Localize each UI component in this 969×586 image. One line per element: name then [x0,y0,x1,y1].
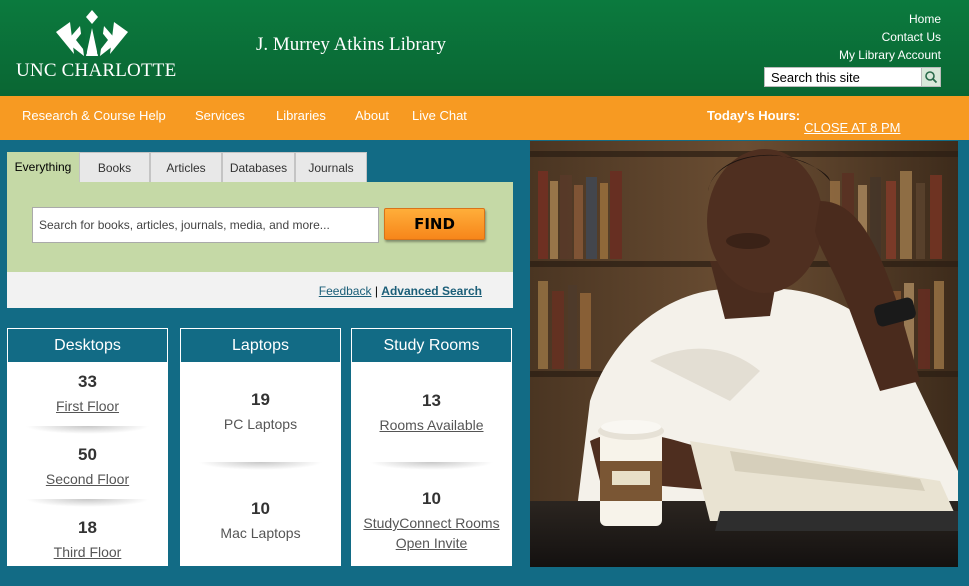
site-header: UNC CHARLOTTE J. Murrey Atkins Library H… [0,0,969,96]
tab-databases[interactable]: Databases [222,152,295,182]
contact-us-link[interactable]: Contact Us [839,28,941,46]
site-search-input[interactable] [765,68,921,86]
home-link[interactable]: Home [839,10,941,28]
site-title[interactable]: J. Murrey Atkins Library [256,34,446,56]
search-footer: Feedback | Advanced Search [7,272,513,308]
divider [198,462,323,470]
card-title: Desktops [7,328,168,363]
mac-laptops-label: Mac Laptops [220,525,301,541]
advanced-search-link[interactable]: Advanced Search [381,284,482,298]
stat-pc-laptops: 19 PC Laptops [180,390,341,432]
study-rooms-card: Study Rooms 13 Rooms Available 10 StudyC… [351,328,512,566]
studyconnect-rooms-link[interactable]: StudyConnect Rooms [351,515,512,531]
search-footer-links: Feedback | Advanced Search [319,284,482,298]
stat-studyconnect-rooms: 10 StudyConnect Rooms Open Invite [351,489,512,551]
todays-hours: Today's Hours: CLOSE AT 8 PM [707,108,900,135]
hours-label: Today's Hours: [707,108,801,123]
card-title: Laptops [180,328,341,363]
card-title: Study Rooms [351,328,512,363]
catalog-search-input[interactable] [32,207,379,243]
site-search-button[interactable] [921,68,940,86]
hours-value-link[interactable]: CLOSE AT 8 PM [804,120,900,135]
nav-libraries[interactable]: Libraries [276,108,326,123]
stat-count: 19 [251,390,270,409]
feedback-link[interactable]: Feedback [319,284,372,298]
laptops-card: Laptops 19 PC Laptops 10 Mac Laptops [180,328,341,566]
divider [25,499,150,507]
stat-count: 13 [422,391,441,410]
stat-count: 50 [78,445,97,464]
stat-second-floor: 50 Second Floor [7,445,168,487]
my-library-account-link[interactable]: My Library Account [839,46,941,64]
tab-books[interactable]: Books [79,152,150,182]
third-floor-link[interactable]: Third Floor [7,544,168,560]
nav-research-course-help[interactable]: Research & Course Help [22,108,166,123]
second-floor-link[interactable]: Second Floor [7,471,168,487]
first-floor-link[interactable]: First Floor [7,398,168,414]
unc-charlotte-logo[interactable]: UNC CHARLOTTE [16,10,176,82]
main-nav: Research & Course Help Services Librarie… [0,96,969,140]
tab-everything[interactable]: Everything [7,152,79,182]
crown-emblem-icon [56,10,128,56]
utility-links: Home Contact Us My Library Account [839,10,941,64]
tab-journals[interactable]: Journals [295,152,367,182]
stat-first-floor: 33 First Floor [7,372,168,414]
open-invite-link[interactable]: Open Invite [351,535,512,551]
stat-count: 10 [422,489,441,508]
stat-mac-laptops: 10 Mac Laptops [180,499,341,541]
student-reading-image [530,141,958,567]
desktops-card: Desktops 33 First Floor 50 Second Floor … [7,328,168,566]
logo-text: UNC CHARLOTTE [16,60,177,81]
tab-articles[interactable]: Articles [150,152,222,182]
stat-count: 10 [251,499,270,518]
divider [25,426,150,434]
stat-count: 33 [78,372,97,391]
link-separator: | [374,284,378,298]
bottom-bar [0,578,969,586]
stat-count: 18 [78,518,97,537]
stat-rooms-available: 13 Rooms Available [351,391,512,433]
magnifier-icon [925,71,938,84]
nav-about[interactable]: About [355,108,389,123]
nav-live-chat[interactable]: Live Chat [412,108,467,123]
divider [369,462,494,470]
catalog-search-panel: FIND [7,182,513,272]
student-reading-photo [530,141,958,567]
site-search [764,67,941,87]
find-button[interactable]: FIND [384,208,485,240]
pc-laptops-label: PC Laptops [223,416,298,432]
nav-services[interactable]: Services [195,108,245,123]
stat-third-floor: 18 Third Floor [7,518,168,560]
rooms-available-link[interactable]: Rooms Available [351,417,512,433]
